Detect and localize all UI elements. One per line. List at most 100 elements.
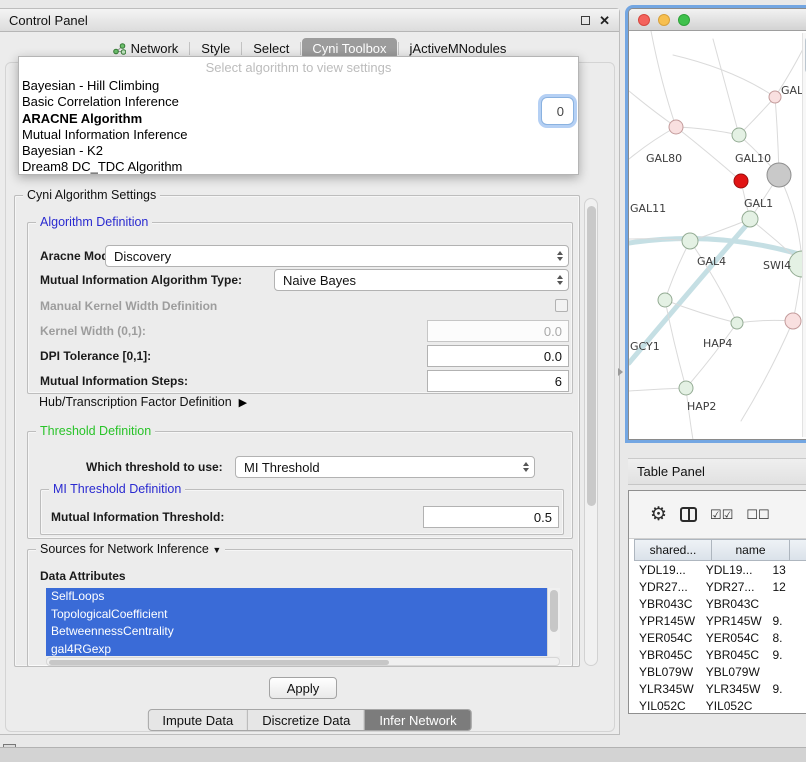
- graph-node-label: GAL10: [735, 152, 771, 165]
- close-icon[interactable]: ✕: [599, 14, 610, 27]
- scrollbar-thumb[interactable]: [587, 206, 596, 506]
- table-row[interactable]: YLR345WYLR345W9.: [634, 680, 806, 697]
- aracne-mode-select[interactable]: Discovery: [105, 245, 569, 267]
- clear-all-checkboxes-icon[interactable]: ☐☐: [746, 508, 769, 521]
- table-cell: YLR345W: [634, 682, 701, 696]
- graph-node[interactable]: [731, 317, 743, 329]
- mi-steps-value: 6: [555, 374, 562, 389]
- table-cell: YBL079W: [634, 665, 701, 679]
- mi-steps-input[interactable]: 6: [427, 370, 569, 392]
- graph-node-label: GAL11: [630, 202, 666, 215]
- algorithm-option-mutual-information-inference[interactable]: Mutual Information Inference: [19, 127, 578, 143]
- threshold-definition-title: Threshold Definition: [36, 424, 155, 438]
- graph-node[interactable]: [682, 233, 698, 249]
- kernel-width-input[interactable]: 0.0: [427, 320, 569, 342]
- table-row[interactable]: YPR145WYPR145W9.: [634, 612, 806, 629]
- table-cell: YDL19...: [701, 563, 768, 577]
- which-threshold-select[interactable]: MI Threshold: [235, 456, 535, 478]
- graph-node[interactable]: [658, 293, 672, 307]
- network-vertical-scrollbar[interactable]: [802, 33, 806, 437]
- close-button[interactable]: [638, 14, 650, 26]
- popup-item-list: Bayesian - Hill ClimbingBasic Correlatio…: [19, 78, 578, 175]
- table-cell: YIL052C: [701, 699, 768, 713]
- table-cell: 9.: [767, 614, 806, 628]
- zoom-button[interactable]: [678, 14, 690, 26]
- network-window-titlebar[interactable]: [629, 9, 806, 31]
- column-header-2[interactable]: name: [712, 539, 790, 561]
- gear-icon[interactable]: ⚙: [650, 505, 667, 524]
- graph-node[interactable]: [742, 211, 758, 227]
- graph-edge: [629, 91, 676, 127]
- algorithm-option-aracne-algorithm[interactable]: ARACNE Algorithm: [19, 111, 578, 127]
- graph-node[interactable]: [679, 381, 693, 395]
- bottom-tab-discretize-data[interactable]: Discretize Data: [247, 710, 364, 730]
- table-row[interactable]: YDL19...YDL19...13: [634, 561, 806, 578]
- algorithm-option-dream8-dc-tdc-algorithm[interactable]: Dream8 DC_TDC Algorithm: [19, 159, 578, 175]
- algorithm-option-bayesian-hill-climbing[interactable]: Bayesian - Hill Climbing: [19, 78, 578, 94]
- bottom-tabbar: Impute DataDiscretize DataInfer Network: [147, 709, 471, 731]
- attribute-item-betweennesscentrality[interactable]: BetweennessCentrality: [46, 623, 547, 641]
- table-row[interactable]: YBR043CYBR043C: [634, 595, 806, 612]
- column-header-1[interactable]: shared...: [634, 539, 712, 561]
- sources-title-text: Sources for Network Inference: [40, 542, 209, 556]
- column-header-3[interactable]: [790, 539, 806, 561]
- mi-threshold-input[interactable]: 0.5: [423, 506, 559, 528]
- table-cell: YDR27...: [634, 580, 701, 594]
- attribute-list[interactable]: SelfLoopsTopologicalCoefficientBetweenne…: [46, 588, 560, 656]
- table-panel-titlebar[interactable]: Table Panel: [628, 458, 806, 485]
- table-row[interactable]: YBL079WYBL079W: [634, 663, 806, 680]
- graph-node[interactable]: [734, 174, 748, 188]
- algorithm-definition-group: Algorithm Definition Aracne Mode: Discov…: [27, 222, 573, 394]
- algorithm-option-bayesian-k2[interactable]: Bayesian - K2: [19, 143, 578, 159]
- mi-type-select[interactable]: Naive Bayes: [274, 269, 569, 291]
- table-row[interactable]: YIL052CYIL052C: [634, 697, 806, 713]
- minimize-button[interactable]: [658, 14, 670, 26]
- algorithm-option-basic-correlation-inference[interactable]: Basic Correlation Inference: [19, 94, 578, 110]
- network-canvas[interactable]: GALGAL80GAL10GAL11GAL1SWI4GAL4GCY1HAP4HA…: [629, 31, 806, 439]
- kernel-width-value: 0.0: [544, 324, 562, 339]
- table-row[interactable]: YER054CYER054C8.: [634, 629, 806, 646]
- sources-title[interactable]: Sources for Network Inference ▼: [36, 542, 225, 556]
- control-panel-titlebar[interactable]: Control Panel ✕: [0, 9, 619, 32]
- table-body: YDL19...YDL19...13YDR27...YDR27...12YBR0…: [634, 561, 806, 713]
- table-panel-window: ⚙ ☑☑ ☐☐ shared...name YDL19...YDL19...13…: [628, 490, 806, 714]
- graph-node[interactable]: [785, 313, 801, 329]
- bottom-tab-impute-data[interactable]: Impute Data: [148, 710, 247, 730]
- control-panel-title: Control Panel: [9, 13, 88, 28]
- hub-definition-section[interactable]: Hub/Transcription Factor Definition ▶: [39, 395, 247, 409]
- graph-edge: [676, 127, 739, 135]
- dpi-tolerance-input[interactable]: 0.0: [427, 345, 569, 367]
- settings-vertical-scrollbar[interactable]: [584, 198, 598, 666]
- bottom-tab-infer-network[interactable]: Infer Network: [364, 710, 470, 730]
- graph-edge: [713, 39, 739, 135]
- graph-node-label: GAL: [781, 84, 804, 97]
- table-cell: 13: [767, 563, 806, 577]
- attribute-item-gal4rgexp[interactable]: gal4RGexp: [46, 641, 547, 657]
- spinner-value: 0: [557, 104, 564, 119]
- scrollbar-thumb[interactable]: [550, 590, 558, 632]
- graph-node[interactable]: [767, 163, 791, 187]
- float-window-icon[interactable]: [581, 16, 590, 25]
- mi-type-label: Mutual Information Algorithm Type:: [40, 273, 242, 287]
- attribute-item-topologicalcoefficient[interactable]: TopologicalCoefficient: [46, 606, 547, 624]
- manual-kernel-label: Manual Kernel Width Definition: [40, 299, 217, 313]
- table-row[interactable]: YDR27...YDR27...12: [634, 578, 806, 595]
- table-row[interactable]: YBR045CYBR045C9.: [634, 646, 806, 663]
- graph-node[interactable]: [732, 128, 746, 142]
- graph-node-label: GCY1: [630, 340, 660, 353]
- graph-node[interactable]: [669, 120, 683, 134]
- scrollbar-thumb[interactable]: [49, 660, 389, 665]
- graph-node[interactable]: [769, 91, 781, 103]
- columns-icon[interactable]: [680, 507, 697, 522]
- kernel-width-label: Kernel Width (0,1):: [40, 324, 146, 338]
- apply-button[interactable]: Apply: [269, 677, 337, 699]
- graph-edge: [686, 388, 693, 439]
- attribute-list-hscrollbar[interactable]: [46, 657, 560, 666]
- graph-node-label: HAP4: [703, 337, 732, 350]
- attribute-item-selfloops[interactable]: SelfLoops: [46, 588, 547, 606]
- manual-kernel-checkbox[interactable]: [555, 299, 568, 312]
- attribute-list-vscrollbar[interactable]: [547, 588, 560, 656]
- select-all-checkboxes-icon[interactable]: ☑☑: [710, 508, 733, 521]
- background-spinner-field[interactable]: 0: [541, 97, 574, 125]
- splitter-handle-icon[interactable]: [618, 368, 623, 376]
